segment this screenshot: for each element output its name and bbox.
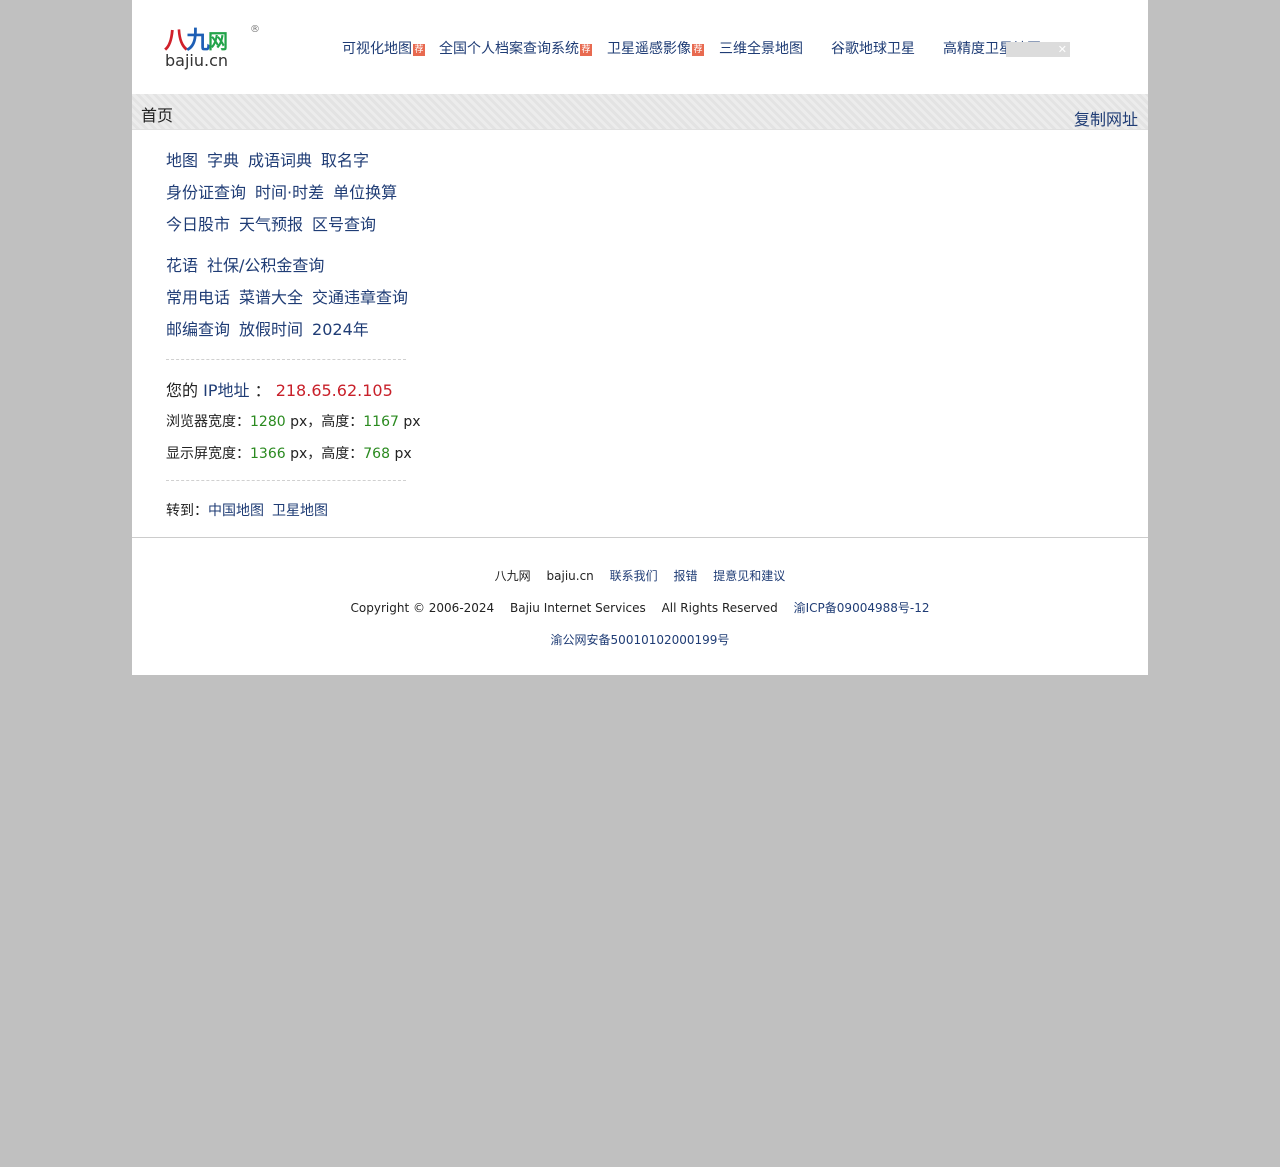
browser-size-info: 浏览器宽度：1280 px，高度：1167 px bbox=[166, 414, 421, 430]
link-flower-language[interactable]: 花语 bbox=[166, 256, 198, 275]
contact-us-link[interactable]: 联系我们 bbox=[610, 569, 658, 583]
nav-3d-panorama[interactable]: 三维全景地图 bbox=[719, 40, 803, 60]
site-logo[interactable]: 八九网 ® bajiu.cn bbox=[164, 24, 264, 72]
header: 八九网 ® bajiu.cn 可视化地图荐 全国个人档案查询系统荐 卫星遥感影像… bbox=[132, 0, 1148, 94]
screen-height: 768 bbox=[363, 446, 390, 462]
footer-site-name: 八九网 bbox=[494, 569, 531, 583]
footer-police: 渝公网安备50010102000199号 bbox=[132, 631, 1148, 648]
link-recipes[interactable]: 菜谱大全 bbox=[239, 288, 303, 307]
link-id-card-query[interactable]: 身份证查询 bbox=[166, 183, 246, 202]
nav-google-earth[interactable]: 谷歌地球卫星 bbox=[831, 40, 915, 60]
links-row-1: 地图 字典 成语词典 取名字 bbox=[166, 151, 378, 171]
ip-value: 218.65.62.105 bbox=[275, 381, 393, 400]
link-naming[interactable]: 取名字 bbox=[321, 151, 369, 170]
logo-domain: bajiu.cn bbox=[165, 51, 229, 70]
footer-copyright: Copyright © 2006-2024 Bajiu Internet Ser… bbox=[350, 601, 930, 615]
link-postcode[interactable]: 邮编查询 bbox=[166, 320, 230, 339]
screen-width: 1366 bbox=[250, 446, 286, 462]
links-row-3: 今日股市 天气预报 区号查询 bbox=[166, 215, 385, 235]
link-social-security[interactable]: 社保/公积金查询 bbox=[207, 256, 324, 275]
breadcrumb-bar: 首页 复制网址 bbox=[132, 94, 1148, 130]
ip-label: IP地址 bbox=[203, 381, 250, 400]
breadcrumb-home[interactable]: 首页 bbox=[141, 102, 173, 126]
registered-mark: ® bbox=[250, 24, 260, 35]
ip-info: 您的 IP地址 ： 218.65.62.105 bbox=[166, 381, 393, 400]
link-unit-conversion[interactable]: 单位换算 bbox=[333, 183, 397, 202]
divider bbox=[166, 359, 406, 360]
hot-badge: 荐 bbox=[413, 44, 425, 56]
link-year-2024[interactable]: 2024年 bbox=[312, 320, 369, 339]
link-stock-market[interactable]: 今日股市 bbox=[166, 215, 230, 234]
police-record-link[interactable]: 渝公网安备50010102000199号 bbox=[551, 633, 730, 647]
report-error-link[interactable]: 报错 bbox=[673, 569, 697, 583]
goto-links: 转到：中国地图 卫星地图 bbox=[166, 503, 328, 519]
browser-width: 1280 bbox=[250, 414, 286, 430]
link-china-map[interactable]: 中国地图 bbox=[208, 503, 264, 519]
footer-divider bbox=[132, 537, 1148, 538]
link-area-code[interactable]: 区号查询 bbox=[312, 215, 376, 234]
links-row-6: 邮编查询 放假时间 2024年 bbox=[166, 320, 378, 340]
link-time-zone[interactable]: 时间·时差 bbox=[255, 183, 324, 202]
footer-domain: bajiu.cn bbox=[546, 569, 594, 583]
icp-link[interactable]: 渝ICP备09004988号-12 bbox=[794, 601, 930, 615]
nav-personal-archive[interactable]: 全国个人档案查询系统荐 bbox=[439, 40, 592, 60]
nav-visual-map[interactable]: 可视化地图荐 bbox=[342, 40, 425, 60]
screen-size-info: 显示屏宽度：1366 px，高度：768 px bbox=[166, 446, 412, 462]
link-traffic-violation[interactable]: 交通违章查询 bbox=[312, 288, 408, 307]
link-satellite-map[interactable]: 卫星地图 bbox=[272, 503, 328, 519]
link-weather[interactable]: 天气预报 bbox=[239, 215, 303, 234]
ad-close-icon[interactable]: ✕ bbox=[1006, 42, 1070, 57]
nav-satellite-imagery[interactable]: 卫星遥感影像荐 bbox=[607, 40, 704, 60]
link-common-phones[interactable]: 常用电话 bbox=[166, 288, 230, 307]
browser-height: 1167 bbox=[363, 414, 399, 430]
hot-badge: 荐 bbox=[692, 44, 704, 56]
hot-badge: 荐 bbox=[580, 44, 592, 56]
links-row-4: 花语 社保/公积金查询 bbox=[166, 256, 333, 276]
divider bbox=[166, 480, 406, 481]
link-idiom-dictionary[interactable]: 成语词典 bbox=[248, 151, 312, 170]
feedback-link[interactable]: 提意见和建议 bbox=[713, 569, 785, 583]
links-row-5: 常用电话 菜谱大全 交通违章查询 bbox=[166, 288, 417, 308]
footer-links: 八九网 bajiu.cn 联系我们 报错 提意见和建议 bbox=[132, 567, 1148, 584]
link-dictionary[interactable]: 字典 bbox=[207, 151, 239, 170]
links-row-2: 身份证查询 时间·时差 单位换算 bbox=[166, 183, 406, 203]
page-container: 八九网 ® bajiu.cn 可视化地图荐 全国个人档案查询系统荐 卫星遥感影像… bbox=[132, 0, 1148, 675]
copy-url-link[interactable]: 复制网址 bbox=[1074, 106, 1138, 130]
link-map[interactable]: 地图 bbox=[166, 151, 198, 170]
link-holidays[interactable]: 放假时间 bbox=[239, 320, 303, 339]
